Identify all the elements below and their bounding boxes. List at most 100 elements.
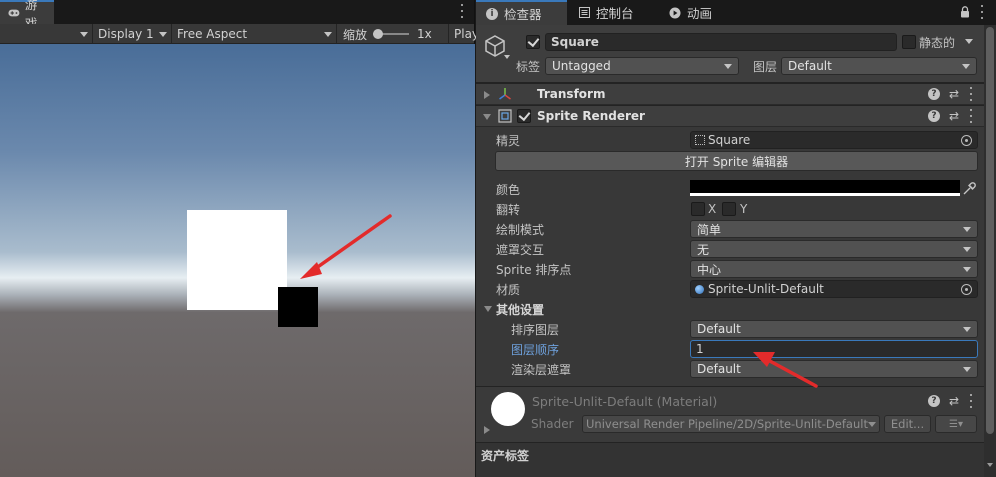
layer-value: Default bbox=[788, 59, 832, 73]
tab-console-label: 控制台 bbox=[596, 6, 634, 21]
sort-point-dropdown[interactable]: 中心 bbox=[690, 260, 978, 278]
chevron-down-icon bbox=[159, 32, 167, 37]
scale-slider-handle[interactable] bbox=[373, 29, 384, 39]
object-name-field[interactable]: Square bbox=[545, 33, 897, 51]
mask-interaction-dropdown[interactable]: 无 bbox=[690, 240, 978, 258]
sprite-object-field[interactable]: Square bbox=[690, 131, 978, 149]
fold-right-icon[interactable] bbox=[484, 91, 490, 99]
asset-labels-bar[interactable]: 资产标签 bbox=[476, 442, 984, 477]
sprite-label: 精灵 bbox=[496, 133, 521, 148]
scale-label: 缩放 bbox=[343, 27, 368, 42]
transform-header-icons: ? ⇄ bbox=[927, 87, 974, 101]
draw-mode-label: 绘制模式 bbox=[496, 222, 545, 237]
sprite-renderer-icon bbox=[498, 109, 512, 123]
fold-down-icon[interactable] bbox=[483, 114, 491, 120]
game-view-dropdown[interactable] bbox=[0, 24, 93, 44]
additional-settings-label[interactable]: 其他设置 bbox=[496, 300, 544, 318]
object-name-value: Square bbox=[551, 35, 599, 49]
rendering-layer-mask-value: Default bbox=[697, 362, 741, 376]
gamepad-icon bbox=[8, 9, 20, 17]
tab-console[interactable]: 控制台 bbox=[569, 0, 644, 25]
static-dropdown-icon[interactable] bbox=[965, 39, 973, 44]
chevron-down-icon bbox=[963, 247, 971, 252]
component-more-icon[interactable] bbox=[968, 394, 974, 408]
chevron-down-icon bbox=[724, 64, 732, 69]
sprite-renderer-title: Sprite Renderer bbox=[537, 109, 645, 123]
material-value: Sprite-Unlit-Default bbox=[708, 282, 824, 296]
sprite-renderer-enabled-checkbox[interactable] bbox=[517, 109, 531, 123]
object-picker-icon[interactable] bbox=[961, 135, 972, 146]
info-icon: i bbox=[486, 7, 498, 20]
active-checkbox[interactable] bbox=[526, 35, 540, 49]
shader-edit-button[interactable]: Edit... bbox=[884, 415, 931, 433]
material-sphere-icon bbox=[695, 284, 704, 294]
lock-icon[interactable] bbox=[960, 6, 970, 18]
inspector-panel: i 检查器 控制台 动画 Square 静态的 标签 Untagged 图层 D… bbox=[476, 0, 996, 477]
shader-edit-label: Edit... bbox=[890, 417, 925, 431]
shader-dropdown[interactable]: Universal Render Pipeline/2D/Sprite-Unli… bbox=[582, 415, 880, 433]
flip-x-checkbox[interactable] bbox=[691, 202, 705, 216]
help-icon[interactable]: ? bbox=[927, 110, 940, 122]
preset-icon[interactable]: ⇄ bbox=[949, 394, 959, 408]
inspector-scrollbar[interactable] bbox=[984, 25, 996, 477]
sorting-layer-label: 排序图层 bbox=[511, 322, 560, 337]
tab-inspector-label: 检查器 bbox=[504, 7, 542, 22]
flip-y-checkbox[interactable] bbox=[722, 202, 736, 216]
layer-dropdown[interactable]: Default bbox=[781, 57, 977, 75]
tab-game[interactable]: 游戏 bbox=[0, 0, 54, 31]
open-sprite-editor-button[interactable]: 打开 Sprite 编辑器 bbox=[495, 151, 978, 171]
transform-header[interactable]: Transform ? ⇄ bbox=[476, 83, 984, 105]
preset-icon[interactable]: ⇄ bbox=[949, 109, 959, 123]
shader-options-button[interactable]: ☰▾ bbox=[935, 415, 977, 433]
rendering-layer-mask-dropdown[interactable]: Default bbox=[690, 360, 978, 378]
sort-point-value: 中心 bbox=[697, 262, 722, 277]
static-label: 静态的 bbox=[919, 35, 956, 50]
tag-value: Untagged bbox=[552, 59, 611, 73]
eyedropper-icon[interactable] bbox=[962, 182, 976, 196]
order-in-layer-value: 1 bbox=[696, 342, 704, 356]
material-preview-thumbnail bbox=[491, 392, 525, 426]
aspect-dropdown[interactable]: Free Aspect bbox=[172, 24, 337, 44]
scale-slider[interactable] bbox=[373, 28, 410, 40]
static-checkbox[interactable] bbox=[902, 35, 916, 49]
play-mode-dropdown[interactable]: Play bbox=[449, 24, 479, 44]
inspector-more-icon[interactable] bbox=[979, 5, 985, 19]
order-in-layer-input[interactable]: 1 bbox=[690, 340, 978, 358]
animation-icon bbox=[669, 7, 681, 18]
black-square-sprite bbox=[278, 287, 318, 327]
chevron-down-icon bbox=[963, 227, 971, 232]
shader-label: Shader bbox=[531, 417, 574, 431]
component-more-icon[interactable] bbox=[968, 109, 974, 123]
game-more-icon[interactable] bbox=[459, 4, 465, 18]
fold-right-icon[interactable] bbox=[484, 426, 490, 434]
fold-down-icon[interactable] bbox=[484, 306, 492, 312]
object-picker-icon[interactable] bbox=[961, 284, 972, 295]
material-section: Sprite-Unlit-Default (Material) ? ⇄ Shad… bbox=[476, 386, 984, 442]
material-header-icons: ? ⇄ bbox=[927, 394, 974, 408]
help-icon[interactable]: ? bbox=[927, 88, 940, 100]
color-field[interactable] bbox=[690, 180, 960, 196]
open-sprite-editor-label: 打开 Sprite 编辑器 bbox=[684, 154, 789, 169]
game-viewport[interactable] bbox=[0, 44, 475, 477]
material-object-field[interactable]: Sprite-Unlit-Default bbox=[690, 280, 978, 298]
sort-point-label: Sprite 排序点 bbox=[496, 262, 572, 277]
icon-dropdown-icon[interactable] bbox=[504, 55, 510, 59]
game-panel: 游戏 Display 1 Free Aspect 缩放 1x Play bbox=[0, 0, 479, 477]
sorting-layer-dropdown[interactable]: Default bbox=[690, 320, 978, 338]
mask-interaction-label: 遮罩交互 bbox=[496, 242, 545, 257]
layer-label: 图层 bbox=[753, 59, 778, 74]
draw-mode-dropdown[interactable]: 简单 bbox=[690, 220, 978, 238]
tag-dropdown[interactable]: Untagged bbox=[545, 57, 739, 75]
scrollbar-thumb[interactable] bbox=[986, 27, 994, 434]
preset-icon[interactable]: ⇄ bbox=[949, 87, 959, 101]
draw-mode-value: 简单 bbox=[697, 222, 722, 237]
tab-inspector[interactable]: i 检查器 bbox=[476, 0, 567, 25]
display-dropdown[interactable]: Display 1 bbox=[93, 24, 172, 44]
rendering-layer-mask-label: 渲染层遮罩 bbox=[511, 362, 572, 377]
help-icon[interactable]: ? bbox=[927, 395, 940, 407]
sprite-renderer-header[interactable]: Sprite Renderer ? ⇄ bbox=[476, 105, 984, 127]
tab-animation[interactable]: 动画 bbox=[659, 0, 722, 25]
component-more-icon[interactable] bbox=[968, 87, 974, 101]
sorting-layer-value: Default bbox=[697, 322, 741, 336]
scroll-down-icon[interactable] bbox=[987, 463, 993, 467]
